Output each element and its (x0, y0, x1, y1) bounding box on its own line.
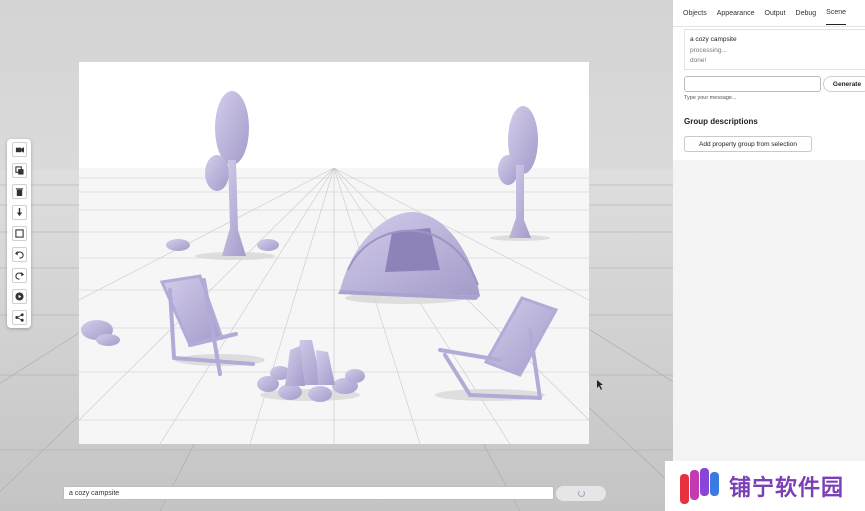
add-property-group-button[interactable]: Add property group from selection (684, 136, 812, 152)
tab-scene[interactable]: Scene (826, 1, 847, 25)
status-indicator (556, 486, 606, 501)
scene-canvas[interactable] (0, 0, 673, 511)
play-tool-button[interactable] (11, 289, 27, 304)
download-icon (16, 208, 22, 217)
delete-tool-button[interactable] (11, 184, 27, 199)
frame-tool-button[interactable] (11, 226, 27, 241)
trash-icon (15, 188, 23, 196)
scene-panel-card: Objects Appearance Output Debug Scene a cozy… (673, 0, 865, 160)
tab-appearance[interactable]: Appearance (717, 2, 755, 25)
group-descriptions-heading: Group descriptions (684, 117, 758, 126)
prompt-input[interactable]: a cozy campsite (63, 486, 554, 500)
right-panel: Objects Appearance Output Debug Scene a cozy… (673, 0, 865, 511)
square-icon (14, 229, 24, 238)
log-line-done: done! (690, 57, 707, 64)
loading-spinner-icon (577, 490, 585, 497)
download-tool-button[interactable] (11, 205, 27, 220)
undo-icon (14, 250, 24, 259)
generation-log: a cozy campsite processing... done! (684, 29, 865, 70)
duplicate-tool-button[interactable] (11, 163, 27, 178)
watermark-text: 铺宁软件园 (729, 476, 845, 501)
message-input[interactable] (684, 76, 821, 92)
undo-tool-button[interactable] (11, 247, 27, 262)
copy-icon (14, 166, 24, 175)
redo-icon (14, 271, 24, 280)
watermark: 铺宁软件园 (665, 461, 865, 511)
panel-tabs: Objects Appearance Output Debug Scene (673, 0, 865, 27)
log-title: a cozy campsite (690, 36, 737, 43)
share-icon (14, 313, 24, 322)
tab-output[interactable]: Output (765, 2, 786, 25)
watermark-logo-icon (680, 468, 719, 504)
camera-icon (15, 147, 24, 153)
message-hint: Type your message... (684, 95, 737, 101)
left-toolbar (7, 139, 31, 328)
generate-button[interactable]: Generate (823, 76, 865, 92)
tab-debug[interactable]: Debug (796, 2, 817, 25)
3d-viewport[interactable]: a cozy campsite (0, 0, 673, 511)
camera-tool-button[interactable] (11, 142, 27, 157)
share-tool-button[interactable] (11, 310, 27, 325)
redo-tool-button[interactable] (11, 268, 27, 283)
tab-objects[interactable]: Objects (683, 2, 707, 25)
log-line-processing: processing... (690, 46, 727, 54)
play-icon (14, 292, 24, 301)
